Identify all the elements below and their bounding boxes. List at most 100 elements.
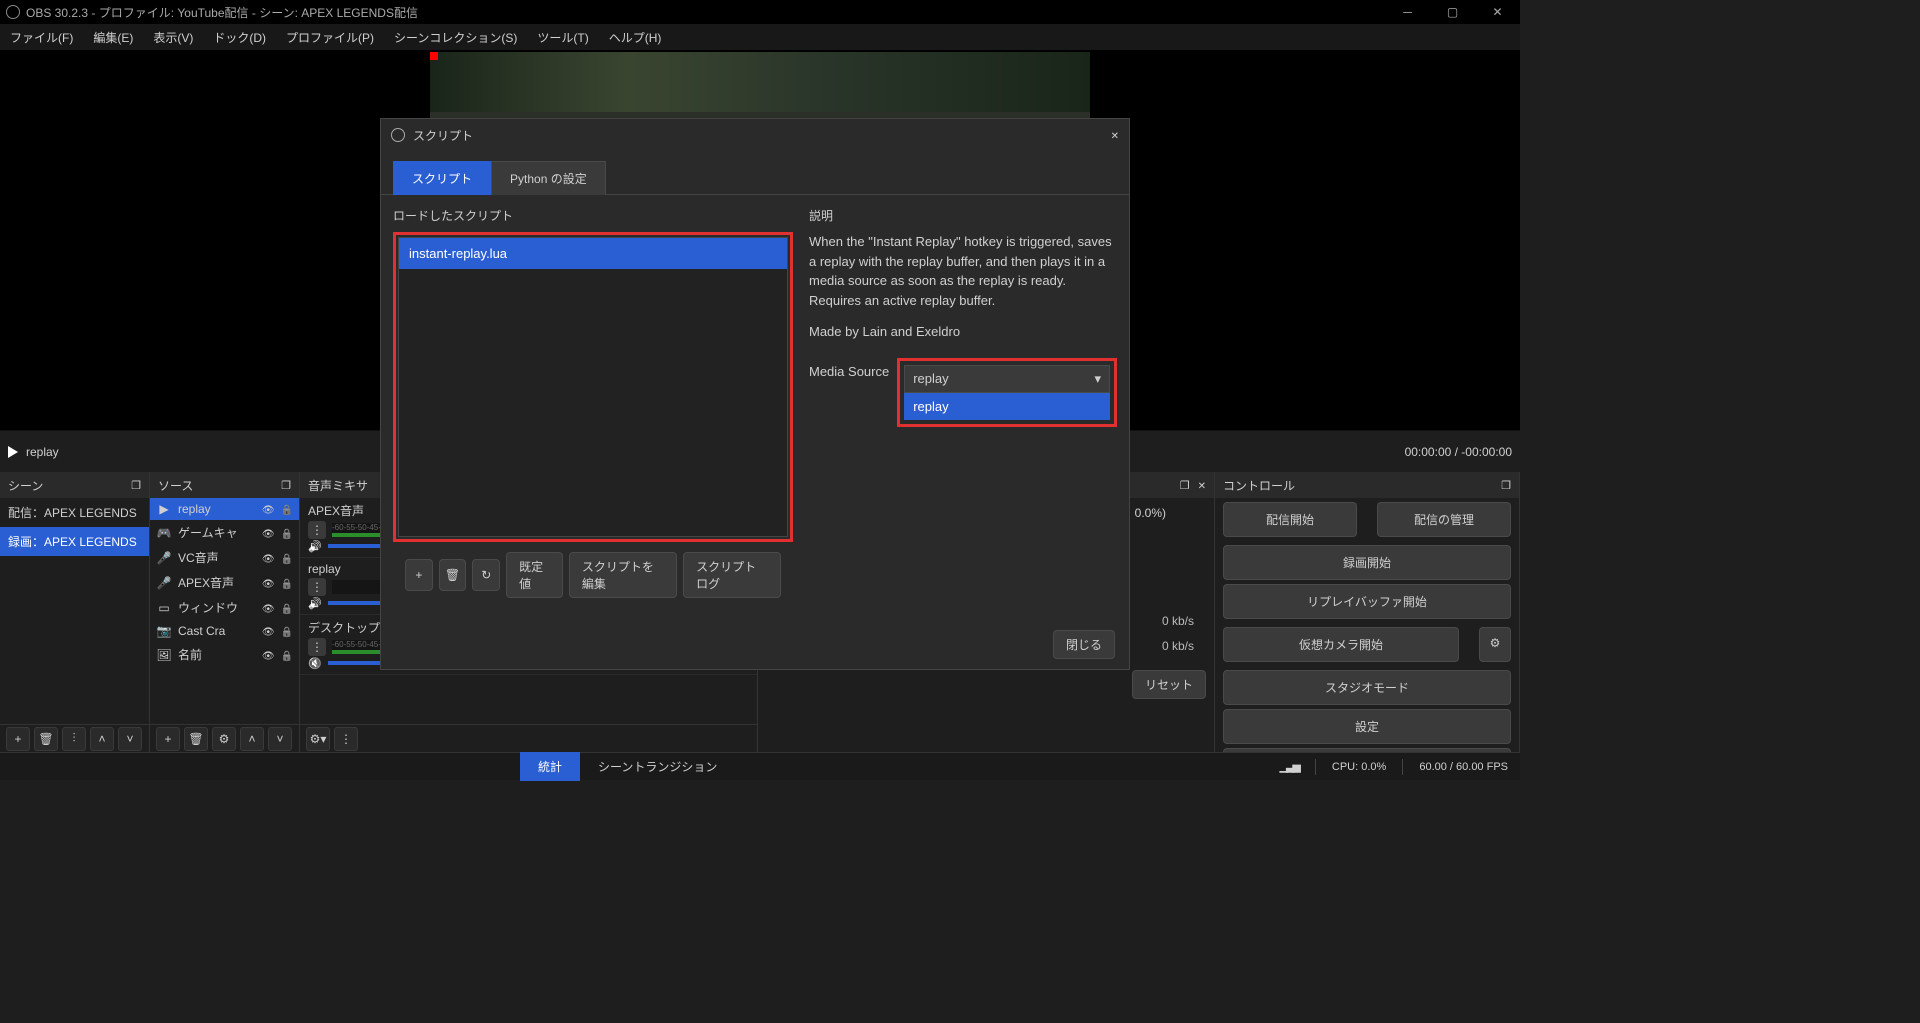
dialog-close-button[interactable] [1111, 128, 1119, 142]
dropdown-option[interactable]: replay [904, 393, 1110, 420]
source-item[interactable]: ▶replay [150, 498, 299, 520]
chevron-down-icon [1094, 371, 1101, 387]
loaded-scripts-label: ロードしたスクリプト [393, 207, 793, 224]
popout-icon[interactable] [1180, 478, 1190, 492]
fps-counter: 60.00 / 60.00 FPS [1419, 761, 1508, 773]
media-source-icon: ▶ [156, 502, 172, 516]
menu-scene-collection[interactable]: シーンコレクション(S) [390, 26, 521, 49]
menu-view[interactable]: 表示(V) [149, 26, 197, 49]
play-button[interactable]: replay [8, 445, 59, 459]
scene-down-button[interactable]: ˅ [118, 727, 142, 751]
mixer-menu-button[interactable]: ⋮ [334, 727, 358, 751]
studio-mode-button[interactable]: スタジオモード [1223, 670, 1511, 705]
source-up-button[interactable]: ˄ [240, 727, 264, 751]
speaker-icon[interactable] [308, 596, 322, 610]
source-settings-button[interactable]: ⚙ [212, 727, 236, 751]
remove-scene-button[interactable]: 🗑 [34, 727, 58, 751]
add-script-button[interactable]: + [405, 559, 433, 591]
defaults-button[interactable]: 既定値 [506, 552, 563, 598]
minimize-button[interactable]: ─ [1385, 0, 1430, 24]
remove-script-button[interactable]: 🗑 [439, 559, 467, 591]
mixer-options-button[interactable]: ⋮ [308, 578, 326, 596]
speaker-icon[interactable] [308, 539, 322, 553]
mixer-settings-button[interactable]: ⚙▾ [306, 727, 330, 751]
stats-tab[interactable]: 統計 [520, 752, 580, 781]
visibility-icon[interactable] [262, 502, 275, 516]
lock-icon[interactable] [281, 576, 293, 590]
visibility-icon[interactable] [262, 624, 275, 638]
cpu-usage: CPU: 0.0% [1332, 761, 1386, 773]
visibility-icon[interactable] [262, 526, 275, 540]
reset-button[interactable]: リセット [1132, 670, 1206, 699]
scene-item[interactable]: 録画：APEX LEGENDS [0, 527, 149, 556]
start-stream-button[interactable]: 配信開始 [1223, 502, 1357, 537]
add-scene-button[interactable]: + [6, 727, 30, 751]
visibility-icon[interactable] [262, 648, 275, 662]
scene-up-button[interactable]: ˄ [90, 727, 114, 751]
popout-icon[interactable] [1501, 478, 1511, 492]
description-text: When the "Instant Replay" hotkey is trig… [809, 232, 1117, 310]
source-item[interactable]: ▭ウィンドウ [150, 595, 299, 620]
scenes-title: シーン [8, 477, 43, 494]
virtual-camera-settings-button[interactable]: ⚙ [1479, 627, 1511, 662]
source-item[interactable]: 🎮ゲームキャ [150, 520, 299, 545]
media-source-dropdown[interactable]: replay [904, 365, 1110, 393]
mixer-options-button[interactable]: ⋮ [308, 521, 326, 539]
replay-buffer-button[interactable]: リプレイバッファ開始 [1223, 584, 1511, 619]
lock-icon[interactable] [281, 502, 293, 516]
popout-icon[interactable] [281, 478, 291, 492]
menu-tools[interactable]: ツール(T) [533, 26, 592, 49]
popout-icon[interactable] [131, 478, 141, 492]
camera-icon: 📷 [156, 624, 172, 638]
source-item[interactable]: 🎤VC音声 [150, 545, 299, 570]
selection-handle[interactable] [430, 52, 438, 60]
close-dialog-button[interactable]: 閉じる [1053, 630, 1115, 659]
visibility-icon[interactable] [262, 576, 275, 590]
scripts-tab[interactable]: スクリプト [393, 161, 491, 195]
source-item[interactable]: 🖼名前 [150, 642, 299, 667]
close-panel-icon[interactable] [1198, 478, 1206, 492]
edit-script-button[interactable]: スクリプトを編集 [569, 552, 677, 598]
mixer-title: 音声ミキサ [308, 477, 368, 494]
close-button[interactable]: ✕ [1475, 0, 1520, 24]
window-capture-icon: ▭ [156, 601, 172, 615]
source-item[interactable]: 🎤APEX音声 [150, 570, 299, 595]
script-list-item[interactable]: instant-replay.lua [399, 238, 787, 269]
playback-time: 00:00:00 / -00:00:00 [1405, 445, 1512, 459]
lock-icon[interactable] [281, 526, 293, 540]
start-record-button[interactable]: 録画開始 [1223, 545, 1511, 580]
menu-dock[interactable]: ドック(D) [209, 26, 270, 49]
exit-button[interactable]: 終了 [1223, 748, 1511, 752]
lock-icon[interactable] [281, 601, 293, 615]
scene-filter-button[interactable]: ⫶ [62, 727, 86, 751]
add-source-button[interactable]: + [156, 727, 180, 751]
source-down-button[interactable]: ˅ [268, 727, 292, 751]
visibility-icon[interactable] [262, 601, 275, 615]
menu-file[interactable]: ファイル(F) [6, 26, 77, 49]
virtual-camera-button[interactable]: 仮想カメラ開始 [1223, 627, 1459, 662]
menu-help[interactable]: ヘルプ(H) [605, 26, 666, 49]
script-list[interactable]: instant-replay.lua [398, 237, 788, 537]
lock-icon[interactable] [281, 551, 293, 565]
manage-stream-button[interactable]: 配信の管理 [1377, 502, 1511, 537]
obs-icon [6, 5, 20, 19]
lock-icon[interactable] [281, 624, 293, 638]
scene-transition-tab[interactable]: シーントランジション [580, 752, 735, 781]
visibility-icon[interactable] [262, 551, 275, 565]
scene-item[interactable]: 配信：APEX LEGENDS [0, 498, 149, 527]
python-settings-tab[interactable]: Python の設定 [491, 161, 606, 195]
menu-profile[interactable]: プロファイル(P) [282, 26, 378, 49]
lock-icon[interactable] [281, 648, 293, 662]
settings-button[interactable]: 設定 [1223, 709, 1511, 744]
reload-script-button[interactable]: ↻ [472, 559, 500, 591]
remove-source-button[interactable]: 🗑 [184, 727, 208, 751]
game-capture-icon: 🎮 [156, 526, 172, 540]
menubar: ファイル(F) 編集(E) 表示(V) ドック(D) プロファイル(P) シーン… [0, 24, 1520, 50]
maximize-button[interactable]: ▢ [1430, 0, 1475, 24]
controls-title: コントロール [1223, 477, 1295, 494]
source-item[interactable]: 📷Cast Cra [150, 620, 299, 642]
script-log-button[interactable]: スクリプトログ [683, 552, 781, 598]
menu-edit[interactable]: 編集(E) [89, 26, 137, 49]
mixer-options-button[interactable]: ⋮ [308, 638, 326, 656]
speaker-muted-icon[interactable] [308, 656, 322, 670]
